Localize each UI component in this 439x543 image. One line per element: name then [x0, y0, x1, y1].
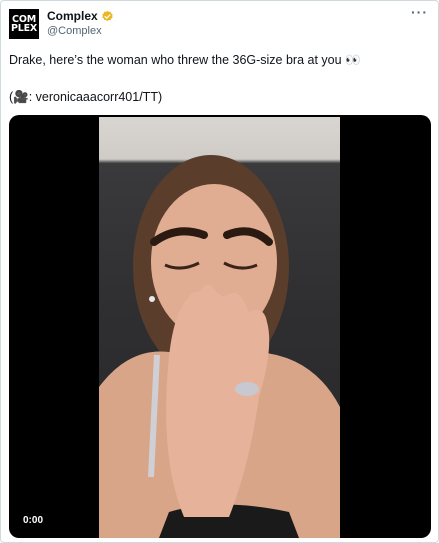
display-name[interactable]: Complex: [47, 9, 98, 23]
account-name-row: Complex: [47, 9, 114, 23]
video-frame: [99, 117, 340, 538]
verified-badge-icon: [101, 10, 113, 21]
video-player[interactable]: 0:00: [9, 115, 431, 538]
video-timestamp: 0:00: [19, 513, 48, 528]
tweet-credit: (🎥: veronicaaacorr401/TT): [9, 90, 163, 104]
avatar[interactable]: COM PLEX: [9, 9, 39, 39]
account-handle[interactable]: @Complex: [47, 25, 102, 37]
tweet-text: Drake, here’s the woman who threw the 36…: [9, 53, 361, 67]
video-still-image: [99, 155, 340, 538]
avatar-text-bottom: PLEX: [10, 23, 38, 34]
tweet-card: COM PLEX Complex @Complex ··· Drake, her…: [0, 0, 439, 543]
more-options-icon[interactable]: ···: [411, 5, 428, 19]
